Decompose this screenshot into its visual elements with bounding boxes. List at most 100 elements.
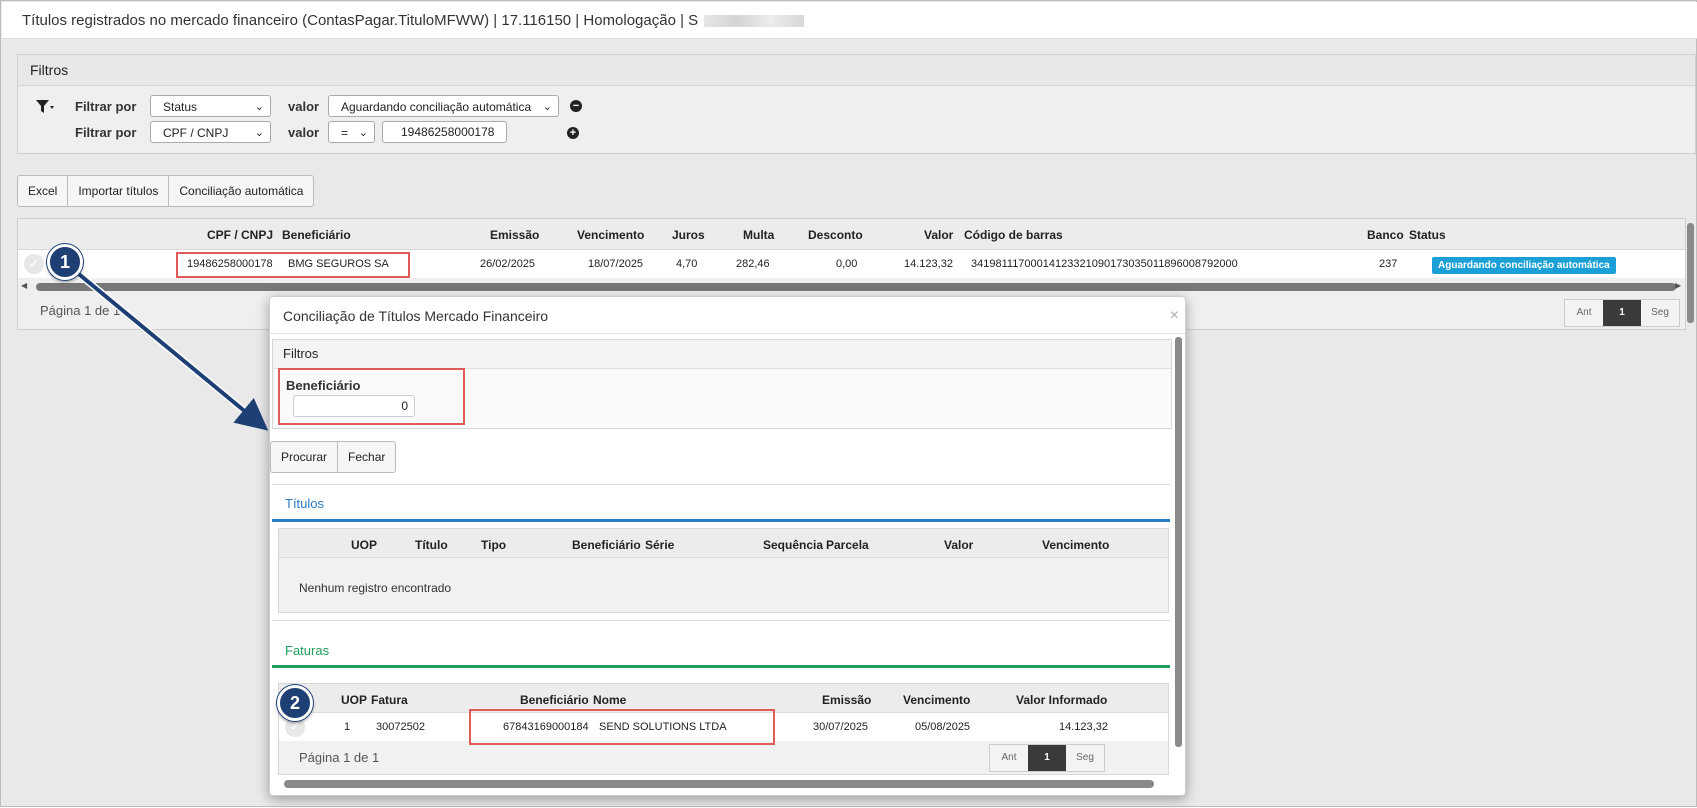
faturas-pager: Ant 1 Seg bbox=[989, 744, 1105, 772]
close-button[interactable]: Fechar bbox=[338, 442, 395, 472]
cell-desconto: 0,00 bbox=[836, 258, 858, 270]
modal-filters-header: Filtros bbox=[273, 340, 1171, 369]
col-fatura[interactable]: Fatura bbox=[371, 693, 408, 707]
filter-row1-field-select[interactable]: Status ⌄ bbox=[150, 95, 271, 117]
title-bar: Títulos registrados no mercado financeir… bbox=[2, 2, 1697, 39]
divider bbox=[272, 620, 1170, 621]
auto-reconcile-button[interactable]: Conciliação automática bbox=[169, 176, 313, 206]
col-sequencia[interactable]: Sequência bbox=[763, 538, 823, 552]
grid-header: CPF / CNPJ Beneficiário Emissão Vencimen… bbox=[18, 219, 1685, 250]
search-button[interactable]: Procurar bbox=[271, 442, 339, 472]
modal-title: Conciliação de Títulos Mercado Financeir… bbox=[283, 308, 549, 324]
cell-emissao: 30/07/2025 bbox=[813, 721, 869, 733]
filters-header: Filtros bbox=[18, 55, 1695, 86]
filters-panel: Filtros Filtrar por Status ⌄ valor Aguard… bbox=[17, 54, 1696, 154]
col-valor[interactable]: Valor bbox=[944, 538, 973, 552]
scroll-left-icon[interactable]: ◀ bbox=[21, 281, 27, 290]
prev-page-button[interactable]: Ant bbox=[990, 745, 1028, 771]
chevron-down-icon: ⌄ bbox=[254, 127, 264, 139]
col-vencimento[interactable]: Vencimento bbox=[903, 693, 970, 707]
scroll-right-icon[interactable]: ▶ bbox=[1675, 281, 1681, 290]
col-vencimento[interactable]: Vencimento bbox=[577, 228, 644, 242]
titulos-grid: UOP Título Tipo Beneficiário Série Sequê… bbox=[278, 528, 1169, 613]
horizontal-scrollbar[interactable] bbox=[36, 283, 1676, 291]
col-beneficiario[interactable]: Beneficiário bbox=[572, 538, 641, 552]
titulos-header: UOP Título Tipo Beneficiário Série Sequê… bbox=[279, 529, 1168, 558]
col-cpf[interactable]: CPF / CNPJ bbox=[207, 228, 273, 242]
col-parcela[interactable]: Parcela bbox=[826, 538, 869, 552]
col-serie[interactable]: Série bbox=[645, 538, 674, 552]
divider bbox=[272, 484, 1170, 485]
filter-row2-label: Filtrar por bbox=[75, 125, 137, 140]
col-tipo[interactable]: Tipo bbox=[481, 538, 506, 552]
titulos-title: Títulos bbox=[285, 496, 325, 511]
step-marker-2: 2 bbox=[277, 685, 313, 721]
redacted-text bbox=[704, 15, 805, 28]
filter-funnel-icon[interactable] bbox=[36, 99, 54, 115]
col-juros[interactable]: Juros bbox=[672, 228, 705, 242]
toolbar: Excel Importar títulos Conciliação autom… bbox=[17, 175, 315, 207]
modal-filters-box: Filtros Beneficiário 0 bbox=[272, 339, 1172, 429]
chevron-down-icon: ⌄ bbox=[542, 101, 552, 113]
current-page-button[interactable]: 1 bbox=[1603, 300, 1641, 326]
next-page-button[interactable]: Seg bbox=[1641, 300, 1679, 326]
reconcile-modal: Conciliação de Títulos Mercado Financeir… bbox=[269, 296, 1186, 796]
filter-row2-operator-select[interactable]: = ⌄ bbox=[328, 121, 375, 143]
add-filter-icon[interactable]: + bbox=[567, 127, 579, 139]
step-marker-1: 1 bbox=[47, 244, 83, 280]
col-vencimento[interactable]: Vencimento bbox=[1042, 538, 1109, 552]
filter-row2-field-select[interactable]: CPF / CNPJ ⌄ bbox=[150, 121, 271, 143]
page-vertical-scrollbar[interactable] bbox=[1687, 223, 1694, 323]
divider bbox=[270, 333, 1185, 334]
chevron-down-icon: ⌄ bbox=[254, 101, 264, 113]
col-banco[interactable]: Banco bbox=[1367, 228, 1404, 242]
cell-emissao: 26/02/2025 bbox=[480, 258, 536, 270]
modal-horizontal-scrollbar[interactable] bbox=[284, 780, 1154, 788]
filter-row1-value-label: valor bbox=[288, 99, 320, 114]
cell-juros: 4,70 bbox=[676, 258, 698, 270]
app-window: Títulos registrados no mercado financeir… bbox=[0, 0, 1697, 807]
filter-row1-value-select[interactable]: Aguardando conciliação automática ⌄ bbox=[328, 95, 559, 117]
faturas-underline bbox=[272, 665, 1170, 668]
cell-banco: 237 bbox=[1379, 258, 1398, 270]
filter-row2-value-label: valor bbox=[288, 125, 320, 140]
faturas-grid: UOP Fatura Beneficiário Nome Emissão Ven… bbox=[278, 683, 1169, 775]
col-uop[interactable]: UOP bbox=[351, 538, 377, 552]
prev-page-button[interactable]: Ant bbox=[1565, 300, 1603, 326]
col-uop[interactable]: UOP bbox=[341, 693, 367, 707]
col-valor[interactable]: Valor bbox=[924, 228, 953, 242]
cell-vencimento: 18/07/2025 bbox=[588, 258, 644, 270]
empty-message: Nenhum registro encontrado bbox=[299, 581, 452, 595]
cell-multa: 282,46 bbox=[736, 258, 770, 270]
highlight-box bbox=[176, 252, 410, 278]
close-icon[interactable]: × bbox=[1170, 307, 1179, 325]
col-desconto[interactable]: Desconto bbox=[808, 228, 863, 242]
grid-pager: Ant 1 Seg bbox=[1564, 299, 1680, 327]
import-titles-button[interactable]: Importar títulos bbox=[68, 176, 170, 206]
col-codigo[interactable]: Código de barras bbox=[964, 228, 1063, 242]
col-multa[interactable]: Multa bbox=[743, 228, 774, 242]
cell-codigo: 3419811170001412332109017303501189600879… bbox=[971, 258, 1238, 270]
faturas-title: Faturas bbox=[285, 643, 330, 658]
next-page-button[interactable]: Seg bbox=[1066, 745, 1104, 771]
current-page-button[interactable]: 1 bbox=[1028, 745, 1066, 771]
col-emissao[interactable]: Emissão bbox=[490, 228, 539, 242]
col-beneficiario[interactable]: Beneficiário bbox=[520, 693, 589, 707]
col-titulo[interactable]: Título bbox=[415, 538, 448, 552]
grid-page-info: Página 1 de 1 bbox=[40, 303, 121, 318]
col-emissao[interactable]: Emissão bbox=[822, 693, 871, 707]
select-check-icon[interactable]: ✓ bbox=[24, 254, 44, 274]
col-beneficiario[interactable]: Beneficiário bbox=[282, 228, 351, 242]
filter-row1-label: Filtrar por bbox=[75, 99, 137, 114]
excel-button[interactable]: Excel bbox=[18, 176, 69, 206]
status-badge: Aguardando conciliação automática bbox=[1432, 257, 1616, 274]
remove-filter-icon[interactable]: − bbox=[570, 100, 582, 112]
col-valor-informado[interactable]: Valor Informado bbox=[1016, 693, 1107, 707]
col-nome[interactable]: Nome bbox=[593, 693, 626, 707]
cell-uop: 1 bbox=[344, 721, 351, 733]
col-status[interactable]: Status bbox=[1409, 228, 1446, 242]
filter-row2-value-input[interactable]: 19486258000178 bbox=[382, 121, 507, 143]
highlight-box bbox=[469, 709, 775, 745]
modal-vertical-scrollbar[interactable] bbox=[1175, 337, 1182, 747]
page-title: Títulos registrados no mercado financeir… bbox=[22, 12, 805, 29]
